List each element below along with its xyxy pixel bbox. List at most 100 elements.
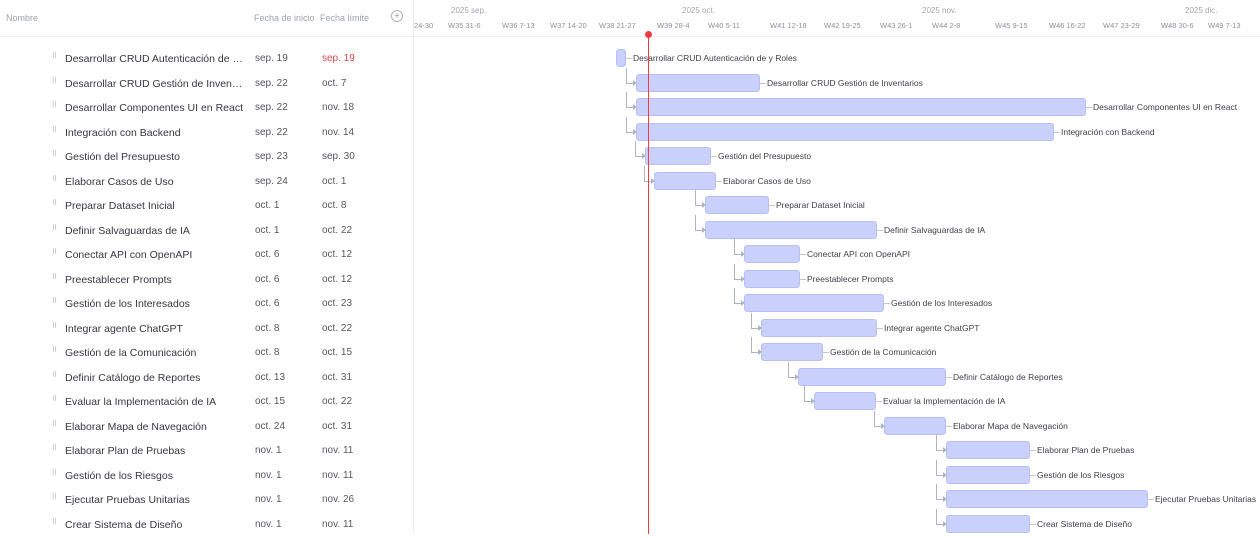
task-due-date[interactable]: oct. 22 (322, 396, 352, 407)
task-name[interactable]: Definir Catálogo de Reportes (65, 372, 243, 384)
task-name[interactable]: Conectar API con OpenAPI (65, 249, 243, 261)
drag-handle-icon[interactable]: ⠿ (52, 494, 58, 504)
task-bar[interactable] (636, 98, 1086, 116)
task-start-date[interactable]: oct. 8 (255, 323, 279, 334)
task-bar[interactable] (744, 294, 884, 312)
task-row[interactable]: ⠿ Desarrollar Componentes UI en React sep.… (0, 97, 413, 121)
task-name[interactable]: Evaluar la Implementación de IA (65, 396, 243, 408)
task-due-date[interactable]: oct. 22 (322, 225, 352, 236)
task-row[interactable]: ⠿ Integración con Backend sep. 22 nov. 14 (0, 122, 413, 146)
task-start-date[interactable]: nov. 1 (255, 470, 282, 481)
task-name[interactable]: Definir Salvaguardas de IA (65, 225, 243, 237)
task-start-date[interactable]: oct. 1 (255, 200, 279, 211)
task-row[interactable]: ⠿ Elaborar Mapa de Navegación oct. 24 oct. … (0, 416, 413, 440)
column-header-start-date[interactable]: Fecha de inicio (254, 13, 315, 23)
task-bar[interactable] (705, 220, 877, 239)
task-name[interactable]: Preparar Dataset Inicial (65, 200, 243, 212)
task-row[interactable]: ⠿ Conectar API con OpenAPI oct. 6 oct. 12 (0, 244, 413, 268)
task-bar[interactable] (645, 147, 711, 165)
task-start-date[interactable]: oct. 15 (255, 396, 285, 407)
task-row[interactable]: ⠿ Gestión del Presupuesto sep. 23 sep. 30 (0, 146, 413, 170)
drag-handle-icon[interactable]: ⠿ (52, 176, 58, 186)
task-name[interactable]: Gestión de la Comunicación (65, 347, 243, 359)
task-bar[interactable] (744, 269, 800, 288)
drag-handle-icon[interactable]: ⠿ (52, 323, 58, 333)
drag-handle-icon[interactable]: ⠿ (52, 421, 58, 431)
task-start-date[interactable]: sep. 19 (255, 53, 288, 64)
task-start-date[interactable]: sep. 22 (255, 127, 288, 138)
task-due-date[interactable]: oct. 12 (322, 249, 352, 260)
task-name[interactable]: Desarrollar CRUD Gestión de Inventari... (65, 78, 243, 90)
task-due-date[interactable]: sep. 19 (322, 53, 355, 64)
task-start-date[interactable]: oct. 6 (255, 298, 279, 309)
task-row[interactable]: ⠿ Desarrollar CRUD Gestión de Inventari..… (0, 73, 413, 97)
task-start-date[interactable]: sep. 22 (255, 78, 288, 89)
task-due-date[interactable]: nov. 11 (322, 519, 353, 530)
task-name[interactable]: Gestión de los Interesados (65, 298, 243, 310)
task-bar[interactable] (798, 367, 946, 386)
drag-handle-icon[interactable]: ⠿ (52, 519, 58, 529)
drag-handle-icon[interactable]: ⠿ (52, 372, 58, 382)
drag-handle-icon[interactable]: ⠿ (52, 78, 58, 88)
drag-handle-icon[interactable]: ⠿ (52, 249, 58, 259)
drag-handle-icon[interactable]: ⠿ (52, 298, 58, 308)
task-due-date[interactable]: oct. 22 (322, 323, 352, 334)
task-due-date[interactable]: sep. 30 (322, 151, 355, 162)
column-header-due-date[interactable]: Fecha límite (320, 13, 369, 23)
task-start-date[interactable]: oct. 24 (255, 421, 285, 432)
task-row[interactable]: ⠿ Ejecutar Pruebas Unitarias nov. 1 nov. 26 (0, 489, 413, 513)
drag-handle-icon[interactable]: ⠿ (52, 470, 58, 480)
task-row[interactable]: ⠿ Definir Catálogo de Reportes oct. 13 oct.… (0, 367, 413, 391)
task-due-date[interactable]: oct. 31 (322, 421, 352, 432)
task-bar[interactable] (814, 392, 876, 410)
drag-handle-icon[interactable]: ⠿ (52, 127, 58, 137)
task-name[interactable]: Elaborar Casos de Uso (65, 176, 243, 188)
task-start-date[interactable]: oct. 6 (255, 249, 279, 260)
task-bar[interactable] (636, 122, 1054, 141)
task-bar[interactable] (761, 343, 823, 361)
task-due-date[interactable]: nov. 11 (322, 445, 353, 456)
task-start-date[interactable]: oct. 13 (255, 372, 285, 383)
task-start-date[interactable]: sep. 24 (255, 176, 288, 187)
task-name[interactable]: Desarrollar CRUD Autenticación de y ... (65, 53, 243, 65)
task-start-date[interactable]: nov. 1 (255, 445, 282, 456)
task-row[interactable]: ⠿ Desarrollar CRUD Autenticación de y ...… (0, 48, 413, 72)
task-due-date[interactable]: nov. 18 (322, 102, 354, 113)
task-bar[interactable] (946, 441, 1030, 459)
task-due-date[interactable]: oct. 7 (322, 78, 346, 89)
task-due-date[interactable]: nov. 26 (322, 494, 354, 505)
task-name[interactable]: Ejecutar Pruebas Unitarias (65, 494, 243, 506)
task-bar[interactable] (616, 49, 626, 67)
drag-handle-icon[interactable]: ⠿ (52, 347, 58, 357)
task-bar[interactable] (946, 490, 1148, 508)
drag-handle-icon[interactable]: ⠿ (52, 102, 58, 112)
task-due-date[interactable]: oct. 1 (322, 176, 346, 187)
task-start-date[interactable]: nov. 1 (255, 494, 282, 505)
drag-handle-icon[interactable]: ⠿ (52, 225, 58, 235)
task-due-date[interactable]: oct. 23 (322, 298, 352, 309)
task-due-date[interactable]: oct. 15 (322, 347, 352, 358)
drag-handle-icon[interactable]: ⠿ (52, 396, 58, 406)
task-bar[interactable] (705, 196, 769, 214)
task-row[interactable]: ⠿ Gestión de los Interesados oct. 6 oct. 23 (0, 293, 413, 317)
task-name[interactable]: Gestión del Presupuesto (65, 151, 243, 163)
task-due-date[interactable]: oct. 8 (322, 200, 346, 211)
task-row[interactable]: ⠿ Elaborar Casos de Uso sep. 24 oct. 1 (0, 171, 413, 195)
task-row[interactable]: ⠿ Preestablecer Prompts oct. 6 oct. 12 (0, 269, 413, 293)
task-start-date[interactable]: sep. 23 (255, 151, 288, 162)
drag-handle-icon[interactable]: ⠿ (52, 200, 58, 210)
task-bar[interactable] (884, 416, 946, 435)
drag-handle-icon[interactable]: ⠿ (52, 445, 58, 455)
task-name[interactable]: Elaborar Mapa de Navegación (65, 421, 243, 433)
task-row[interactable]: ⠿ Elaborar Plan de Pruebas nov. 1 nov. 11 (0, 440, 413, 464)
task-start-date[interactable]: sep. 22 (255, 102, 288, 113)
task-name[interactable]: Integración con Backend (65, 127, 243, 139)
task-bar[interactable] (654, 171, 716, 190)
column-header-name[interactable]: Nombre (6, 13, 38, 23)
task-due-date[interactable]: nov. 11 (322, 470, 353, 481)
task-row[interactable]: ⠿ Gestión de los Riesgos nov. 1 nov. 11 (0, 465, 413, 489)
task-row[interactable]: ⠿ Gestión de la Comunicación oct. 8 oct. 15 (0, 342, 413, 366)
task-bar[interactable] (946, 465, 1030, 484)
task-start-date[interactable]: oct. 1 (255, 225, 279, 236)
task-name[interactable]: Integrar agente ChatGPT (65, 323, 243, 335)
